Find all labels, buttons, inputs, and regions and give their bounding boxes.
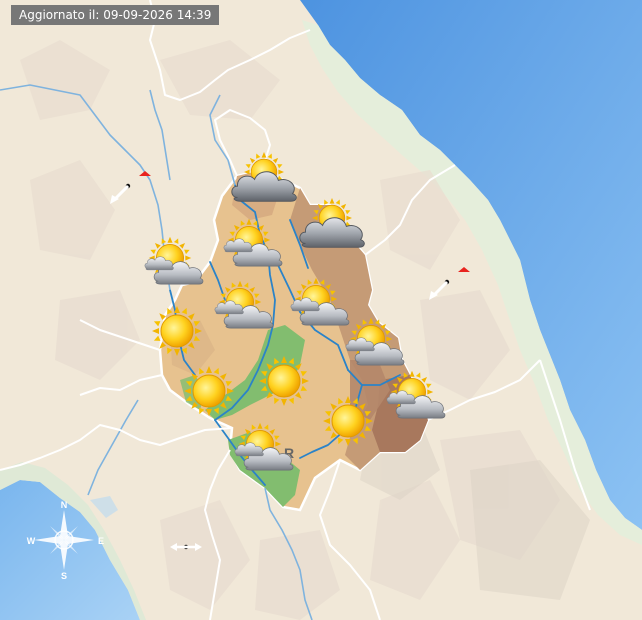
update-timestamp: Aggiornato il: 09-09-2026 14:39 xyxy=(11,5,220,25)
compass-east: E xyxy=(98,536,104,546)
weather-map: R N S W E Aggiornato il: 09-09-2026 14:3… xyxy=(0,0,642,620)
map-base: R N S W E xyxy=(0,0,642,620)
compass-north: N xyxy=(61,500,68,510)
compass-west: W xyxy=(27,536,36,546)
compass-south: S xyxy=(61,571,67,581)
